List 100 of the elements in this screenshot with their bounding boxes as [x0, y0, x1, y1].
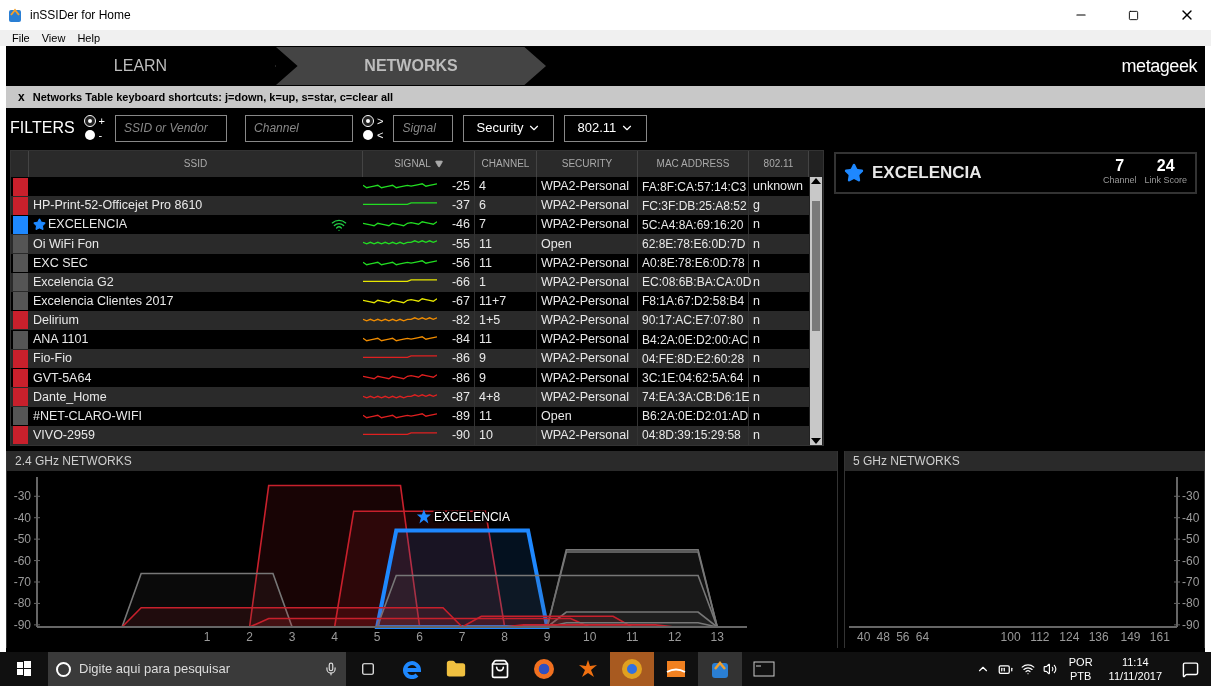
ssid-cell-text: VIVO-2959 [33, 426, 95, 444]
folder-icon[interactable] [446, 659, 466, 679]
close-button[interactable]: x [18, 88, 25, 106]
maximize-icon[interactable] [1128, 9, 1139, 21]
radio-label: > [377, 115, 384, 127]
channel-cell: 11 [475, 406, 537, 426]
signal-cell-text: -89 [451, 407, 470, 425]
y-tick-label: -40 [1182, 510, 1200, 525]
x-tick-label: 136 [1088, 630, 1109, 644]
ssid-cell-text: Excelencia G2 [33, 273, 114, 291]
language-label[interactable]: POR [1068, 655, 1093, 669]
mac-address-cell: EC:08:6B:BA:CA:0D [638, 272, 749, 292]
y-tick-label: -30 [1182, 489, 1200, 504]
wifi-icon[interactable] [1020, 662, 1035, 676]
x-tick-label: 40 [857, 630, 871, 644]
x-tick-label: 8 [501, 630, 508, 644]
table-row[interactable]: Oi WiFi Fon -55 11 Open 62:8E:78:E6:0D:7D n [11, 234, 809, 254]
standard-cell-text: n [752, 312, 761, 330]
filter-dropdown[interactable]: 802.11 [564, 114, 648, 142]
radio-label: + [98, 115, 106, 127]
standard-cell-text: n [752, 350, 761, 368]
table-row[interactable]: HP-Print-52-Officejet Pro 8610 -37 6 WPA2-Personal FC:3F:DB:25:A8:52 g [11, 196, 809, 216]
menu-item[interactable]: View [41, 32, 66, 44]
security-cell: Open [537, 406, 638, 426]
x-tick-label: 64 [915, 630, 930, 644]
signal-cell-text: -87 [451, 388, 470, 406]
microphone-icon[interactable] [324, 662, 338, 676]
channel-cell: 11 [475, 253, 537, 273]
browser-e-icon[interactable] [402, 659, 422, 679]
filters-label: FILTERS [10, 118, 75, 138]
channel-cell: 11+7 [475, 291, 537, 311]
channel-cell: 10 [475, 425, 537, 445]
shopping-bag-icon[interactable] [490, 659, 510, 679]
standard-cell-text: n [752, 369, 761, 387]
column-header[interactable]: SIGNAL [363, 151, 475, 177]
menu-item[interactable]: Help [77, 32, 100, 44]
signal-filter-field[interactable]: Signal [393, 114, 454, 142]
x-tick-label: 3 [288, 630, 296, 644]
column-header[interactable]: CHANNEL [475, 151, 537, 177]
link-score-caption: Link Score [1144, 174, 1187, 188]
x-tick-label: 149 [1120, 630, 1141, 644]
signal-cell-text: -46 [451, 216, 470, 234]
clock-time[interactable]: 11:14 [1121, 655, 1149, 669]
signal-cell-text: -66 [451, 273, 470, 291]
table-row[interactable]: Fio-Fio -86 9 WPA2-Personal 04:FE:8D:E2:60:28 n [11, 349, 809, 369]
ssid-cell-text: EXC SEC [33, 254, 88, 272]
y-tick-label: -90 [13, 617, 31, 632]
terminal-icon[interactable] [753, 661, 775, 677]
channel-filter-field[interactable]: Channel [245, 114, 354, 142]
x-tick-label: 124 [1059, 630, 1080, 644]
ssid-cell-text: Delirium [33, 312, 79, 330]
radio-button[interactable] [84, 116, 95, 126]
x-tick-label: 48 [876, 630, 890, 644]
notification-icon[interactable] [1182, 660, 1199, 678]
table-row[interactable]: VIVO-2959 -90 10 WPA2-Personal 04:8D:39:15:29:58 n [11, 425, 809, 445]
signal-cell-text: -84 [451, 331, 470, 349]
table-row[interactable]: Dante_Home -87 4+8 WPA2-Personal 74:EA:3A:CB:D6:1E n [11, 387, 809, 407]
mac-address-cell: A0:8E:78:E6:0D:78 [638, 253, 749, 273]
security-cell: Open [537, 234, 638, 254]
star-logo-icon[interactable] [578, 659, 598, 679]
task-view-icon[interactable] [361, 662, 375, 676]
column-header[interactable]: SECURITY [537, 151, 638, 177]
radio-label: < [377, 129, 384, 141]
column-header[interactable]: MAC ADDRESS [638, 151, 749, 177]
app-icon[interactable] [711, 659, 729, 679]
ssid-cell-text: #NET-CLARO-WIFI [33, 407, 143, 425]
ssid-cell-text: ANA 1101 [33, 331, 89, 349]
ssid-cell-text: GVT-5A64 [33, 369, 92, 387]
star-icon[interactable] [33, 218, 46, 232]
keyboard-layout-label[interactable]: PTB [1069, 669, 1092, 683]
y-tick-label: -60 [1182, 553, 1200, 568]
radio-button[interactable] [84, 130, 95, 140]
ssid-filter-field[interactable]: SSID or Vendor [115, 114, 228, 142]
volume-icon[interactable] [1042, 662, 1057, 676]
star-icon[interactable] [844, 163, 864, 183]
radio-button[interactable] [363, 116, 374, 126]
x-tick-label: 4 [331, 630, 338, 644]
y-tick-label: -50 [1182, 532, 1200, 547]
taskbar-search-field[interactable]: Digite aqui para pesquisar [48, 652, 346, 686]
radio-button[interactable] [363, 130, 374, 140]
x-tick-label: 2 [246, 630, 253, 644]
signal-cell-text: -67 [451, 292, 470, 310]
standard-cell-text: g [752, 197, 761, 215]
nav-tab[interactable]: NETWORKS [276, 47, 546, 85]
table-row[interactable]: Excelencia G2 -66 1 WPA2-Personal EC:08:6B:BA:CA:0D n [11, 272, 809, 292]
x-tick-label: 10 [583, 630, 597, 644]
clock-date[interactable]: 11/11/2017 [1108, 669, 1162, 683]
y-tick-label: -80 [1182, 596, 1200, 611]
security-cell: WPA2-Personal [537, 253, 638, 273]
y-tick-label: -40 [13, 510, 31, 525]
filter-dropdown[interactable]: Security [463, 114, 555, 142]
column-header[interactable]: SSID [29, 151, 363, 177]
mac-address-cell: 04:8D:39:15:29:58 [638, 425, 749, 445]
signal-cell-text: -37 [451, 197, 470, 215]
radio-label: - [98, 129, 103, 141]
sunset-app-icon[interactable] [666, 659, 686, 679]
shortcut-hint: Networks Table keyboard shortcuts: j=down, k=up, s=star, c=clear all [32, 89, 394, 105]
x-tick-label: 56 [896, 630, 910, 644]
table-row[interactable]: Delirium -82 1+5 WPA2-Personal 90:17:AC:E7:07:80 n [11, 310, 809, 331]
menu-item[interactable]: File [12, 32, 30, 44]
